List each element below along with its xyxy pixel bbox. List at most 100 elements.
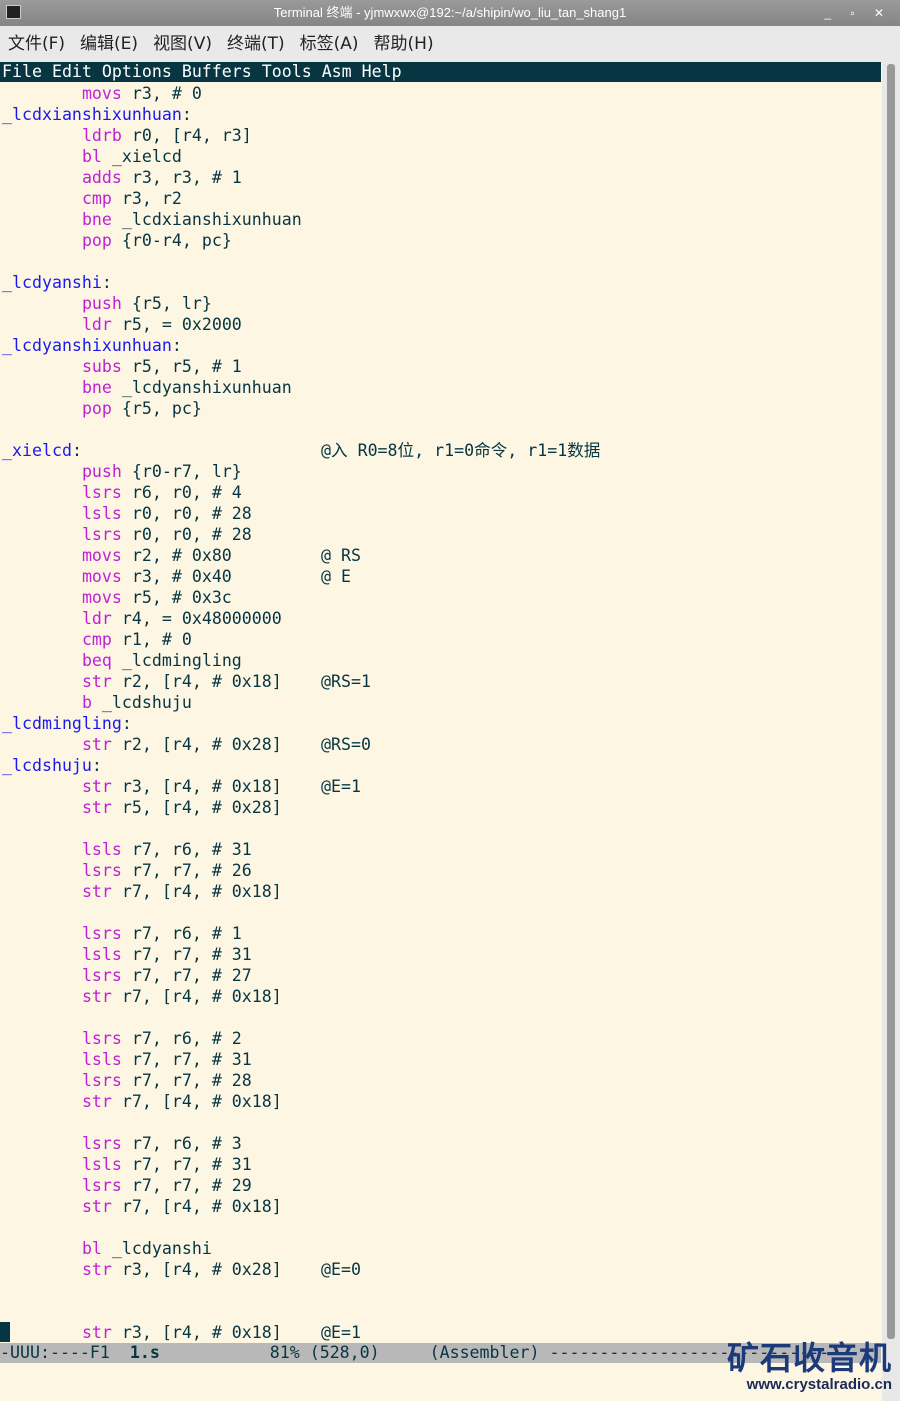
code-line: lsrs r6, r0, # 4 [2,482,302,503]
asm-instruction: b [81,693,92,712]
code-line: bl _lcdyanshi [2,1238,302,1259]
code-line: b _lcdshuju [2,692,302,713]
code-line: _xielcd: @入 R0=8位, r1=0命令, r1=1数据 [2,441,601,460]
code-line: movs r3, # 0x40 @ E [2,566,351,587]
editor-buffer[interactable]: movs r3, # 0 _lcdxianshixunhuan: ldrb r0,… [2,83,601,1343]
window-title: Terminal 终端 - yjmwxwx@192:~/a/shipin/wo_… [273,5,627,20]
asm-instruction: push [81,294,122,313]
code-line: lsls r7, r7, # 31 [2,1049,302,1070]
asm-instruction: cmp [81,189,112,208]
asm-operands: r5, [r4, # 0x28] [111,798,282,817]
watermark-logo: 矿石收音机 www.crystalradio.cn [727,1340,892,1393]
emacs-menubar[interactable]: File Edit Options Buffers Tools Asm Help [0,62,881,82]
asm-instruction: pop [81,231,112,250]
code-line: bne _lcdxianshixunhuan [2,209,302,230]
window-controls[interactable]: _ ▫ ✕ [824,0,892,26]
asm-instruction: str [81,1092,112,1111]
asm-instruction: adds [81,168,122,187]
scrollbar[interactable] [882,62,900,1401]
code-line: _lcdyanshi: [2,273,112,292]
code-line: lsrs r7, r7, # 26 [2,860,302,881]
code-line: str r3, [r4, # 0x18] @E=1 [2,1322,361,1343]
code-line: subs r5, r5, # 1 [2,356,302,377]
asm-instruction: beq [81,651,112,670]
asm-instruction: ldrb [81,126,122,145]
code-line: pop {r5, pc} [2,398,302,419]
code-line: str r2, [r4, # 0x28] @RS=0 [2,734,371,755]
code-line: str r7, [r4, # 0x18] [2,1196,302,1217]
asm-operands: r1, # 0 [111,630,192,649]
asm-instruction: lsls [81,840,122,859]
asm-operands: r0, r0, # 28 [121,525,252,544]
code-line: lsrs r7, r7, # 27 [2,965,302,986]
menu-item[interactable]: 视图(V) [153,34,212,54]
asm-comment: @E=1 [321,1323,361,1342]
asm-instruction: lsrs [81,966,122,985]
asm-operands: r3, r3, # 1 [121,168,242,187]
code-line: lsls r7, r6, # 31 [2,839,302,860]
asm-operands: r2, [r4, # 0x28] [111,735,282,754]
code-line: str r2, [r4, # 0x18] @RS=1 [2,671,371,692]
asm-operands: {r0-r4, pc} [111,231,232,250]
code-line: _lcdxianshixunhuan: [2,105,192,124]
menu-item[interactable]: 终端(T) [227,34,285,54]
asm-operands: _lcdyanshixunhuan [111,378,292,397]
asm-operands: r0, [r4, r3] [121,126,252,145]
asm-label: _lcdmingling [2,714,122,733]
asm-instruction: str [81,1197,112,1216]
code-line: lsls r7, r7, # 31 [2,944,302,965]
asm-operands: r7, r7, # 28 [121,1071,252,1090]
asm-operands: _xielcd [101,147,182,166]
asm-instruction: str [81,735,112,754]
asm-comment: @ E [321,567,351,586]
asm-instruction: lsrs [81,483,122,502]
asm-label: _lcdyanshi [2,273,102,292]
asm-instruction: lsls [81,504,122,523]
code-line: str r3, [r4, # 0x18] @E=1 [2,776,361,797]
code-line: movs r5, # 0x3c [2,587,302,608]
asm-instruction: movs [81,546,122,565]
asm-operands: r5, # 0x3c [121,588,232,607]
asm-operands: r7, [r4, # 0x18] [111,1092,282,1111]
menu-item[interactable]: 编辑(E) [80,34,138,54]
asm-instruction: str [81,987,112,1006]
menu-item[interactable]: 文件(F) [8,34,65,54]
asm-instruction: bl [81,1239,102,1258]
asm-operands: {r5, lr} [121,294,212,313]
asm-operands: r5, = 0x2000 [111,315,242,334]
asm-instruction: push [81,462,122,481]
asm-comment: @ RS [321,546,361,565]
text-cursor [0,1322,10,1342]
code-line: _lcdyanshixunhuan: [2,336,182,355]
code-line: lsrs r7, r6, # 2 [2,1028,302,1049]
asm-comment: @入 R0=8位, r1=0命令, r1=1数据 [321,441,601,460]
code-line: bl _xielcd [2,146,302,167]
asm-comment: @RS=0 [321,735,371,754]
asm-instruction: lsrs [81,525,122,544]
menu-item[interactable]: 帮助(H) [374,34,434,54]
scrollbar-thumb[interactable] [887,64,895,1339]
asm-operands: r7, r6, # 31 [121,840,252,859]
asm-label: _lcdshuju [2,756,92,775]
code-line: lsls r0, r0, # 28 [2,503,302,524]
code-line: ldr r5, = 0x2000 [2,314,302,335]
asm-operands: r7, r7, # 31 [121,1050,252,1069]
asm-operands: _lcdyanshi [101,1239,212,1258]
asm-instruction: lsls [81,945,122,964]
asm-instruction: lsls [81,1050,122,1069]
asm-instruction: str [81,1260,112,1279]
code-line: cmp r3, r2 [2,188,302,209]
modeline-status: -UUU:----F1 [0,1343,130,1362]
asm-instruction: lsrs [81,1176,122,1195]
code-line: pop {r0-r4, pc} [2,230,302,251]
asm-operands: r7, r7, # 26 [121,861,252,880]
code-line: lsrs r7, r7, # 29 [2,1175,302,1196]
code-line: beq _lcdmingling [2,650,302,671]
asm-instruction: cmp [81,630,112,649]
menu-item[interactable]: 标签(A) [300,34,359,54]
asm-instruction: pop [81,399,112,418]
asm-instruction: movs [81,567,122,586]
